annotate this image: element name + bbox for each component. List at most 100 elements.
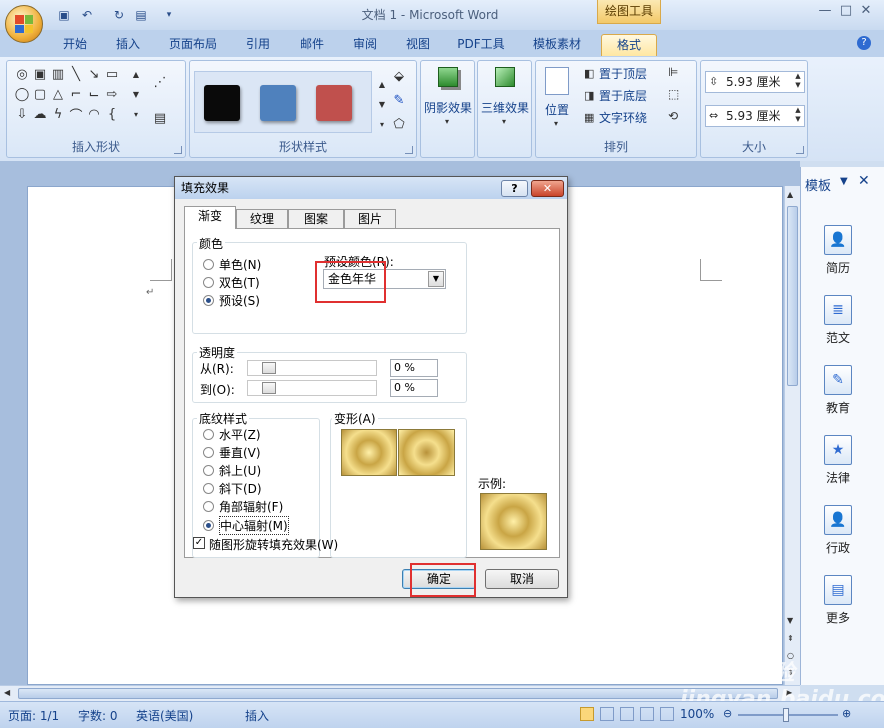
radio-horizontal[interactable]: 水平(Z): [203, 426, 261, 443]
horizontal-scroll-thumb[interactable]: [18, 688, 778, 699]
3d-dropdown-icon[interactable]: ▾: [502, 117, 506, 126]
tab-view[interactable]: 视图: [398, 34, 438, 56]
group-objects-icon[interactable]: ⬚: [668, 87, 679, 101]
shape-styles-launcher[interactable]: [405, 146, 413, 154]
arc-shape-icon[interactable]: ◠: [85, 105, 103, 123]
radio-two-colors[interactable]: 双色(T): [203, 274, 260, 291]
brace-shape-icon[interactable]: {: [103, 105, 121, 123]
tab-mailings[interactable]: 邮件: [292, 34, 332, 56]
full-screen-icon[interactable]: [600, 707, 614, 721]
3d-effects-icon[interactable]: [495, 67, 515, 87]
gallery-up-icon[interactable]: ▲: [373, 75, 391, 93]
shapes-scroll-down-icon[interactable]: ▼: [127, 85, 145, 103]
style-swatch-red[interactable]: [316, 85, 352, 121]
pane-menu-icon[interactable]: ▼: [840, 176, 848, 187]
close-window-button[interactable]: ✕: [852, 3, 880, 21]
scroll-thumb[interactable]: [787, 206, 798, 386]
block-arrow-shape-icon[interactable]: ⇨: [103, 85, 121, 103]
position-button[interactable]: 位置: [545, 101, 569, 118]
tab-format[interactable]: 格式: [601, 34, 657, 56]
shadow-effects-icon[interactable]: [438, 67, 458, 87]
tab-pattern[interactable]: 图案: [288, 209, 344, 229]
from-percent-input[interactable]: 0 %: [390, 359, 438, 377]
template-item-education[interactable]: ✎ 教育: [818, 365, 858, 416]
radio-preset[interactable]: 预设(S): [203, 292, 260, 309]
style-swatch-blue[interactable]: [260, 85, 296, 121]
zoom-thumb[interactable]: [783, 708, 789, 722]
edit-points-icon[interactable]: ⋰: [151, 73, 169, 91]
align-icon[interactable]: ⊫: [668, 65, 678, 79]
print-preview-icon[interactable]: ▤: [132, 7, 150, 23]
shape-width-spinner[interactable]: ⇔ 5.93 厘米 ▲ ▼: [705, 105, 805, 127]
triangle-shape-icon[interactable]: △: [49, 85, 67, 103]
rotate-icon[interactable]: ⟲: [668, 109, 678, 123]
lightning-shape-icon[interactable]: ϟ: [49, 105, 67, 123]
variant-1[interactable]: [341, 429, 397, 476]
zoom-in-icon[interactable]: ⊕: [842, 707, 851, 720]
outline-icon[interactable]: [640, 707, 654, 721]
ok-button[interactable]: 确定: [402, 569, 476, 589]
help-icon[interactable]: ?: [857, 36, 871, 50]
textbox-shape-icon[interactable]: ▣: [31, 65, 49, 83]
rectangle-shape-icon[interactable]: ▭: [103, 65, 121, 83]
tab-picture[interactable]: 图片: [344, 209, 396, 229]
text-wrap-button[interactable]: 文字环绕: [599, 109, 647, 126]
shapes-more-icon[interactable]: ▾: [127, 105, 145, 123]
tab-home[interactable]: 开始: [55, 34, 95, 56]
shadow-dropdown-icon[interactable]: ▾: [445, 117, 449, 126]
tab-review[interactable]: 审阅: [345, 34, 385, 56]
office-button[interactable]: [5, 5, 43, 43]
shapes-scroll-up-icon[interactable]: ▲: [127, 65, 145, 83]
web-layout-icon[interactable]: [620, 707, 634, 721]
cloud-shape-icon[interactable]: ☁: [31, 105, 49, 123]
oval-shape-icon[interactable]: ◯: [13, 85, 31, 103]
tab-insert[interactable]: 插入: [108, 34, 148, 56]
style-swatch-black[interactable]: [204, 85, 240, 121]
line-shape-icon[interactable]: ╲: [67, 65, 85, 83]
change-shape-icon[interactable]: ⬠: [390, 115, 408, 133]
prev-page-icon[interactable]: ⇞: [787, 634, 798, 643]
template-item-resume[interactable]: 👤 简历: [818, 225, 858, 276]
scroll-left-icon[interactable]: ◀: [4, 688, 10, 697]
shape-fill-icon[interactable]: ⬙: [390, 67, 408, 85]
save-icon[interactable]: ▣: [55, 7, 73, 23]
radio-from-corner[interactable]: 角部辐射(F): [203, 498, 283, 515]
radio-vertical[interactable]: 垂直(V): [203, 444, 261, 461]
position-dropdown-icon[interactable]: ▾: [554, 119, 558, 128]
redo-icon[interactable]: ↻: [110, 7, 128, 23]
height-spin-arrows[interactable]: ▲ ▼: [792, 72, 804, 92]
oval-outline-shape-icon[interactable]: ◎: [13, 65, 31, 83]
print-layout-icon[interactable]: [580, 707, 594, 721]
arrow-line-shape-icon[interactable]: ↘: [85, 65, 103, 83]
customize-qat-icon[interactable]: ▾: [160, 7, 178, 23]
tab-references[interactable]: 引用: [238, 34, 278, 56]
gallery-more-icon[interactable]: ▾: [373, 115, 391, 133]
gallery-down-icon[interactable]: ▼: [373, 95, 391, 113]
elbow-connector-shape-icon[interactable]: ⌐: [67, 85, 85, 103]
to-slider[interactable]: [247, 380, 377, 396]
cancel-button[interactable]: 取消: [485, 569, 559, 589]
shadow-effects-button[interactable]: 阴影效果: [424, 99, 472, 116]
radio-diagonal-down[interactable]: 斜下(D): [203, 480, 262, 497]
zoom-level[interactable]: 100%: [680, 707, 714, 721]
scroll-up-icon[interactable]: ▲: [787, 190, 798, 200]
tab-texture[interactable]: 纹理: [236, 209, 288, 229]
vertical-textbox-shape-icon[interactable]: ▥: [49, 65, 67, 83]
template-item-sample[interactable]: ≣ 范文: [818, 295, 858, 346]
shape-outline-icon[interactable]: ✎: [390, 91, 408, 109]
template-item-more[interactable]: ▤ 更多: [818, 575, 858, 626]
down-arrow-shape-icon[interactable]: ⇩: [13, 105, 31, 123]
shape-height-spinner[interactable]: ⇳ 5.93 厘米 ▲ ▼: [705, 71, 805, 93]
elbow-arrow-shape-icon[interactable]: ⌙: [85, 85, 103, 103]
radio-one-color[interactable]: 单色(N): [203, 256, 261, 273]
from-slider-thumb[interactable]: [262, 362, 276, 374]
word-count[interactable]: 字数: 0: [78, 707, 118, 724]
insert-shapes-launcher[interactable]: [174, 146, 182, 154]
dialog-close-button[interactable]: ✕: [531, 180, 564, 197]
language[interactable]: 英语(美国): [136, 707, 193, 724]
rounded-rect-shape-icon[interactable]: ▢: [31, 85, 49, 103]
pane-close-icon[interactable]: ✕: [858, 173, 870, 189]
tab-template-materials[interactable]: 模板素材: [525, 34, 589, 56]
3d-effects-button[interactable]: 三维效果: [481, 99, 529, 116]
vertical-scrollbar[interactable]: ▲ ▼ ⇞ ○ ⇟: [784, 186, 800, 685]
